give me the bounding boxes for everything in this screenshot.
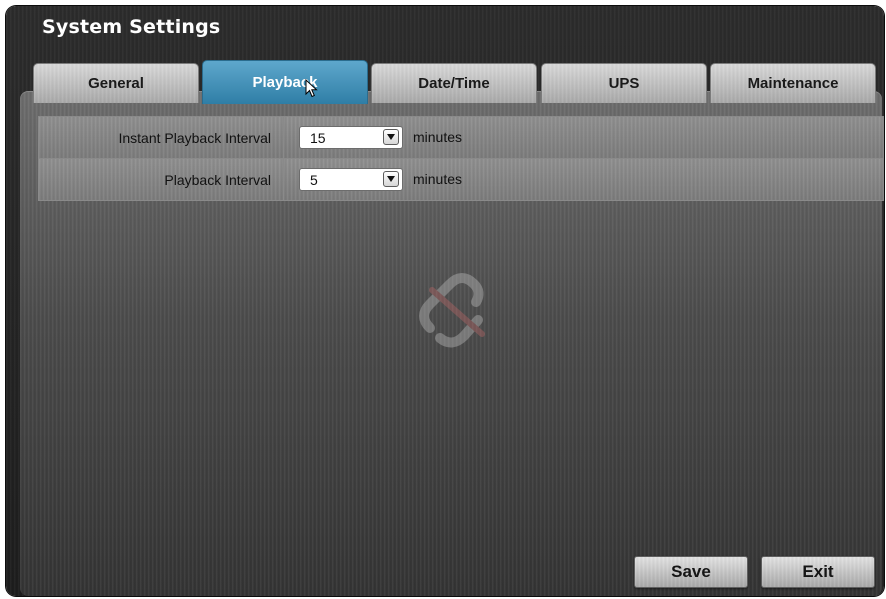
tab-maintenance[interactable]: Maintenance xyxy=(710,63,876,103)
select-value: 5 xyxy=(310,172,318,188)
settings-row-instant-playback: Instant Playback Interval 15 minutes xyxy=(38,117,884,159)
tab-playback[interactable]: Playback xyxy=(202,60,368,104)
window-title: System Settings xyxy=(42,16,221,38)
unit-label: minutes xyxy=(413,171,463,187)
save-button[interactable]: Save xyxy=(634,556,748,588)
setting-label: Playback Interval xyxy=(39,159,284,200)
mouse-pointer-icon xyxy=(305,79,318,98)
watermark-logo-icon xyxy=(419,273,485,348)
setting-label: Instant Playback Interval xyxy=(39,117,284,158)
settings-table: Instant Playback Interval 15 minutes Pla… xyxy=(38,116,884,201)
chevron-down-icon[interactable] xyxy=(383,129,399,145)
tab-ups[interactable]: UPS xyxy=(541,63,707,103)
settings-row-playback-interval: Playback Interval 5 minutes xyxy=(38,159,884,201)
playback-interval-select[interactable]: 5 xyxy=(299,168,403,191)
select-value: 15 xyxy=(310,130,326,146)
exit-button[interactable]: Exit xyxy=(761,556,875,588)
unit-label: minutes xyxy=(413,129,463,145)
chevron-down-icon[interactable] xyxy=(383,171,399,187)
system-settings-window: System Settings General Playback Date/Ti… xyxy=(6,6,884,596)
tab-date-time[interactable]: Date/Time xyxy=(371,63,537,103)
instant-playback-interval-select[interactable]: 15 xyxy=(299,126,403,149)
tab-general[interactable]: General xyxy=(33,63,199,103)
